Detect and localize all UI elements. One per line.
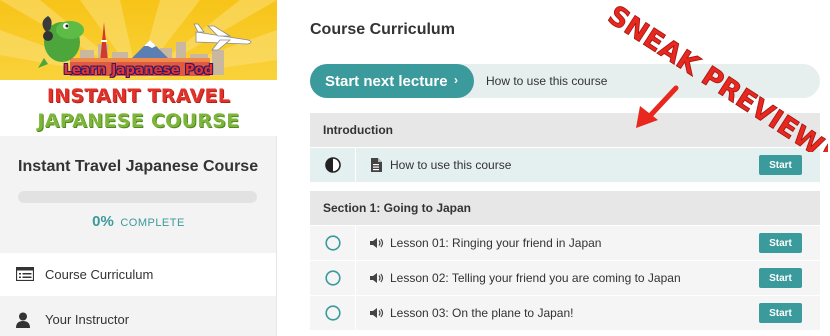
section-introduction: Introduction How to use this course Star… xyxy=(310,113,820,182)
page-title: Course Curriculum xyxy=(310,21,455,38)
start-next-lecture-label: Start next lecture xyxy=(325,72,448,90)
progress-complete-label: COMPLETE xyxy=(120,217,185,229)
lesson-row[interactable]: Lesson 01: Ringing your friend in Japan … xyxy=(310,225,820,260)
half-complete-icon xyxy=(324,157,341,173)
start-next-lecture-button[interactable]: Start next lecture › xyxy=(310,64,474,98)
course-title: Instant Travel Japanese Course xyxy=(18,158,259,175)
next-lecture-title[interactable]: How to use this course xyxy=(486,74,607,88)
lesson-title[interactable]: Lesson 02: Telling your friend you are c… xyxy=(390,271,681,285)
sidebar-item-label: Course Curriculum xyxy=(45,267,154,282)
course-banner-image: Learn Japanese Pod INSTANT TRAVEL JAPANE… xyxy=(0,0,277,136)
lesson-row[interactable]: How to use this course Start xyxy=(310,147,820,182)
lesson-status xyxy=(310,261,356,295)
chevron-right-icon: › xyxy=(454,73,458,87)
progress-bar xyxy=(18,191,257,203)
start-button[interactable]: Start xyxy=(759,268,802,288)
banner-title-line-1: INSTANT TRAVEL xyxy=(46,85,231,107)
sidebar: Learn Japanese Pod INSTANT TRAVEL JAPANE… xyxy=(0,0,277,336)
lesson-title[interactable]: Lesson 03: On the plane to Japan! xyxy=(390,306,573,320)
page: Learn Japanese Pod INSTANT TRAVEL JAPANE… xyxy=(0,0,830,336)
document-icon xyxy=(370,158,384,172)
progress-percent: 0% xyxy=(92,213,114,230)
incomplete-circle-icon xyxy=(324,305,341,321)
section-title: Section 1: Going to Japan xyxy=(310,191,820,225)
lesson-row[interactable]: Lesson 03: On the plane to Japan! Start xyxy=(310,295,820,330)
airplane-icon xyxy=(193,23,252,51)
incomplete-circle-icon xyxy=(324,235,341,251)
sidebar-item-course-curriculum[interactable]: Course Curriculum xyxy=(0,253,276,296)
start-button[interactable]: Start xyxy=(759,155,802,175)
user-icon xyxy=(16,312,36,328)
sidebar-item-your-instructor[interactable]: Your Instructor xyxy=(0,298,276,336)
start-button[interactable]: Start xyxy=(759,303,802,323)
section-going-to-japan: Section 1: Going to Japan Lesson 01: Rin… xyxy=(310,191,820,330)
audio-icon xyxy=(370,271,384,285)
lesson-title[interactable]: Lesson 01: Ringing your friend in Japan xyxy=(390,236,601,250)
banner-title-line-2: JAPANESE COURSE xyxy=(37,110,240,132)
audio-icon xyxy=(370,236,384,250)
lesson-status xyxy=(310,148,356,182)
main-content: Course Curriculum Start next lecture › H… xyxy=(277,0,830,336)
lesson-row[interactable]: Lesson 02: Telling your friend you are c… xyxy=(310,260,820,295)
next-lecture-bar: Start next lecture › How to use this cou… xyxy=(310,64,820,98)
lesson-status xyxy=(310,226,356,260)
sidebar-item-label: Your Instructor xyxy=(45,312,130,327)
list-icon xyxy=(15,266,36,283)
start-button[interactable]: Start xyxy=(759,233,802,253)
banner-brand-text: Learn Japanese Pod xyxy=(63,63,214,78)
section-title: Introduction xyxy=(310,113,820,147)
incomplete-circle-icon xyxy=(324,270,341,286)
lesson-status xyxy=(310,296,356,330)
lesson-title[interactable]: How to use this course xyxy=(390,158,511,172)
audio-icon xyxy=(370,306,384,320)
progress-label: 0% COMPLETE xyxy=(0,213,277,231)
